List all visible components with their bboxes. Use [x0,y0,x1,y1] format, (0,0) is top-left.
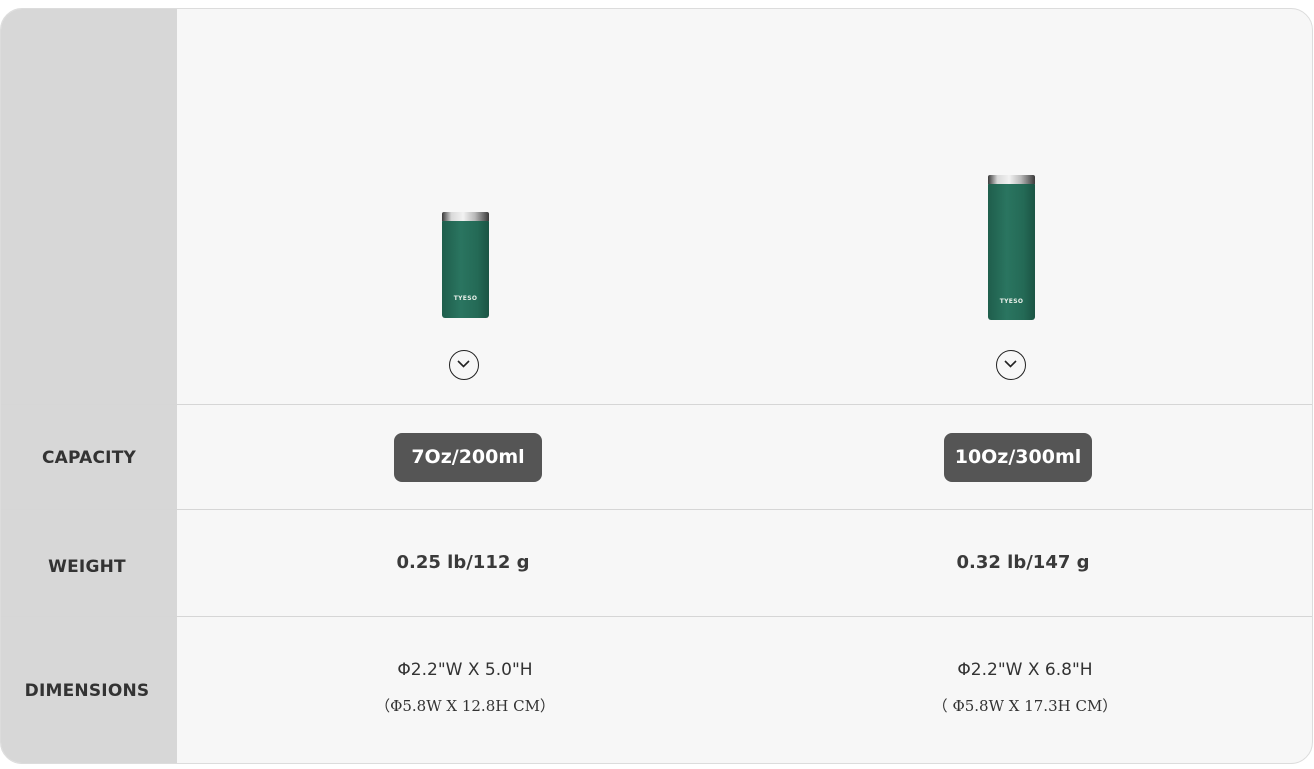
bottle-brand-label: TYESO [999,298,1024,305]
product-image-10oz: TYESO [988,175,1035,320]
bottle-lid [442,212,489,221]
capacity-badge-10oz: 10Oz/300ml [944,433,1092,482]
divider-weight-row [1,616,1312,617]
chevron-down-glyph [457,360,470,368]
weight-value-10oz: 0.32 lb/147 g [956,552,1090,573]
divider-capacity-row [1,509,1312,510]
dimensions-imperial-10oz: Φ2.2"W X 6.8"H [957,660,1093,680]
weight-label: WEIGHT [48,557,126,577]
dimensions-label: DIMENSIONS [24,681,150,701]
row-header-column [1,9,177,763]
product-image-7oz: TYESO [442,212,489,318]
dimensions-imperial-7oz: Φ2.2"W X 5.0"H [397,660,533,680]
weight-value-7oz: 0.25 lb/112 g [396,552,530,573]
capacity-label: CAPACITY [42,448,136,468]
chevron-down-icon[interactable] [996,350,1026,380]
bottle-lid [988,175,1035,184]
bottle-body [442,220,489,318]
chevron-down-icon[interactable] [449,350,479,380]
dimensions-metric-10oz: （ Φ5.8W X 17.3H CM） [932,697,1118,715]
divider-image-row [1,404,1312,405]
dimensions-metric-7oz: （Φ5.8W X 12.8H CM） [375,697,555,715]
chevron-down-glyph [1004,360,1017,368]
bottle-brand-label: TYESO [453,295,478,302]
capacity-badge-7oz: 7Oz/200ml [394,433,542,482]
comparison-table: CAPACITY WEIGHT DIMENSIONS TYESO TYESO 7… [0,8,1313,764]
